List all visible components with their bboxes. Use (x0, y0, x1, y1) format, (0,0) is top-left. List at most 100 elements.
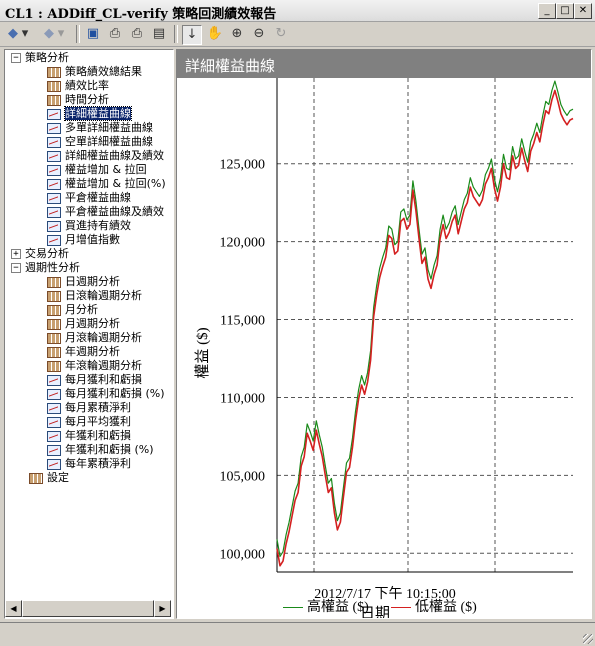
tree-item-label: 月滾輪週期分析 (65, 331, 142, 344)
tree-item[interactable]: 詳細權益曲線及績效 (47, 149, 164, 163)
tree-item[interactable]: − 策略分析 (11, 51, 69, 65)
tree-item[interactable]: 權益增加 & 拉回 (47, 163, 147, 177)
tree-item[interactable]: 月分析 (47, 303, 98, 317)
tree-item[interactable]: + 交易分析 (11, 247, 69, 261)
tree-item[interactable]: 策略績效總結果 (47, 65, 142, 79)
collapse-icon[interactable]: − (11, 53, 21, 63)
collapse-icon[interactable]: − (11, 263, 21, 273)
tree-item-label: 交易分析 (25, 247, 69, 260)
reset-zoom-icon[interactable]: ↻ (272, 25, 290, 43)
tree-item[interactable]: 月滾輪週期分析 (47, 331, 142, 345)
tree-item-label: 年滾輪週期分析 (65, 359, 142, 372)
table-report-icon (47, 94, 61, 106)
grid-view-icon[interactable]: ▤ (150, 25, 168, 43)
chart-report-icon (47, 220, 61, 232)
tree-item[interactable]: 每月累積淨利 (47, 401, 131, 415)
table-report-icon (29, 472, 43, 484)
chart-report-icon (47, 206, 61, 218)
table-report-icon (47, 346, 61, 358)
tree-item[interactable]: 月週期分析 (47, 317, 120, 331)
table-report-icon (47, 66, 61, 78)
tree-item[interactable]: 年獲利和虧損 (%) (47, 443, 154, 457)
tree-item[interactable]: 時間分析 (47, 93, 109, 107)
report-tree[interactable]: − 策略分析 策略績效總結果 績效比率 時間分析 詳細權益曲線 多單詳細權益曲線 空單詳細權益… (4, 49, 174, 619)
chart-report-icon (47, 402, 61, 414)
chart-report-icon (47, 136, 61, 148)
series-line-low-equity (276, 89, 574, 567)
tree-item-label: 月週期分析 (65, 317, 120, 330)
tree-item[interactable]: 年滾輪週期分析 (47, 359, 142, 373)
tree-item-label: 每月獲利和虧損 (%) (65, 387, 165, 400)
zoom-out-icon[interactable]: ⊖ (250, 25, 268, 43)
table-report-icon (47, 80, 61, 92)
resize-grip[interactable] (583, 634, 593, 644)
tree-item[interactable]: 買進持有績效 (47, 219, 131, 233)
tree-item[interactable]: 平倉權益曲線及績效 (47, 205, 164, 219)
table-report-icon (47, 290, 61, 302)
y-tick-label: 110,000 (220, 391, 265, 406)
chart-report-icon (47, 192, 61, 204)
tree-item[interactable]: 每月獲利和虧損 (%) (47, 387, 165, 401)
tree-item[interactable]: 詳細權益曲線 (47, 106, 132, 121)
chart-report-icon (47, 164, 61, 176)
minimize-button[interactable]: _ (538, 3, 556, 19)
print-preview-icon[interactable]: ⎙ (106, 25, 124, 43)
tree-item[interactable]: 多單詳細權益曲線 (47, 121, 153, 135)
chart-report-icon (47, 108, 61, 120)
table-report-icon (47, 318, 61, 330)
tree-item[interactable]: 每月平均獲利 (47, 415, 131, 429)
tree-item[interactable]: 平倉權益曲線 (47, 191, 131, 205)
expand-icon[interactable]: + (11, 249, 21, 259)
close-button[interactable]: ✕ (574, 3, 592, 19)
tree-item-label: 年獲利和虧損 (%) (65, 443, 154, 456)
tree-item-label: 週期性分析 (25, 261, 80, 274)
scroll-thumb[interactable] (22, 600, 154, 617)
tree-item[interactable]: − 週期性分析 (11, 261, 80, 275)
tree-item[interactable]: 每年累積淨利 (47, 457, 131, 471)
print-icon[interactable]: ⎙ (128, 25, 146, 43)
tree-item-label: 績效比率 (65, 79, 109, 92)
tree-item-label: 權益增加 & 拉回 (65, 163, 147, 176)
tree-item-label: 每月獲利和虧損 (65, 373, 142, 386)
tree-item[interactable]: 績效比率 (47, 79, 109, 93)
tree-item-label: 每月平均獲利 (65, 415, 131, 428)
chart-report-icon (47, 374, 61, 386)
tree-item-label: 設定 (47, 471, 69, 484)
tree-item[interactable]: 月增值指數 (47, 233, 120, 247)
series-line-high-equity (276, 80, 574, 557)
tree-item[interactable]: 年週期分析 (47, 345, 120, 359)
back-dropdown-icon[interactable]: ▾ (20, 25, 30, 43)
tree-item-label: 平倉權益曲線及績效 (65, 205, 164, 218)
tree-horizontal-scrollbar[interactable]: ◀ ▶ (5, 600, 171, 617)
legend-label: 高權益 ($) (307, 600, 369, 615)
scroll-right-button[interactable]: ▶ (154, 600, 171, 617)
save-icon[interactable]: ▣ (84, 25, 102, 43)
chart-report-icon (47, 178, 61, 190)
toolbar-separator (76, 25, 80, 43)
tree-item[interactable]: 每月獲利和虧損 (47, 373, 142, 387)
tree-item[interactable]: 權益增加 & 拉回(%) (47, 177, 166, 191)
y-tick-label: 100,000 (220, 547, 266, 562)
scroll-left-button[interactable]: ◀ (5, 600, 22, 617)
y-tick-label: 105,000 (220, 469, 266, 484)
tree-item-label: 詳細權益曲線 (64, 106, 132, 121)
chart-panel: 詳細權益曲線 100,000 105,000 110,000 115,000 120,0… (176, 49, 592, 619)
pointer-icon[interactable]: ↓ (182, 25, 202, 45)
tree-item-label: 平倉權益曲線 (65, 191, 131, 204)
equity-chart[interactable]: 100,000 105,000 110,000 115,000 120,000 125,0… (177, 78, 591, 618)
tree-item-label: 年週期分析 (65, 345, 120, 358)
tree-item[interactable]: 年獲利和虧損 (47, 429, 131, 443)
chart-report-icon (47, 416, 61, 428)
tree-item[interactable]: 日週期分析 (47, 275, 120, 289)
pan-hand-icon[interactable]: ✋ (206, 25, 224, 43)
tree-item-label: 多單詳細權益曲線 (65, 121, 153, 134)
chart-report-icon (47, 234, 61, 246)
tree-item-label: 買進持有績效 (65, 219, 131, 232)
tree-item[interactable]: 設定 (29, 471, 69, 485)
tree-item[interactable]: 日滾輪週期分析 (47, 289, 142, 303)
maximize-button[interactable]: □ (556, 3, 574, 19)
forward-dropdown-icon[interactable]: ▾ (56, 25, 66, 43)
tree-item[interactable]: 空單詳細權益曲線 (47, 135, 153, 149)
zoom-in-icon[interactable]: ⊕ (228, 25, 246, 43)
legend-swatch (283, 607, 303, 609)
